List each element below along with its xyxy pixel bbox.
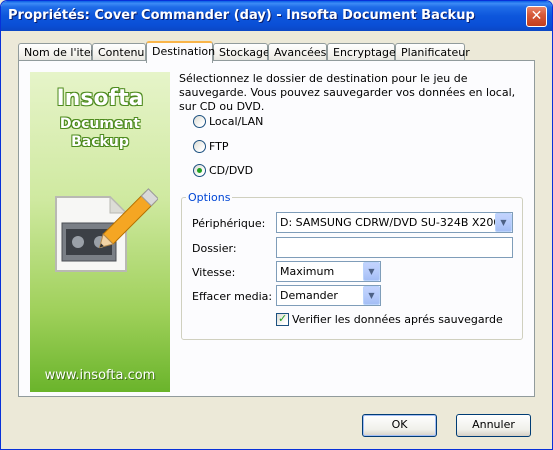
website-link: www.insofta.com bbox=[44, 368, 156, 383]
radio-label-ftp: FTP bbox=[209, 139, 229, 153]
chevron-down-icon[interactable]: ▼ bbox=[495, 213, 512, 232]
radio-label-cd-dvd: CD/DVD bbox=[209, 163, 254, 177]
brand-line-document: Document bbox=[59, 116, 141, 132]
tab-scheduler[interactable]: Planificateur bbox=[395, 43, 470, 61]
radio-button-icon[interactable] bbox=[193, 139, 206, 153]
radio-local-lan[interactable]: Local/LAN bbox=[193, 113, 263, 129]
chevron-down-icon[interactable]: ▼ bbox=[363, 286, 380, 305]
speed-select-value: Maximum bbox=[280, 265, 335, 278]
tab-destination[interactable]: Destination bbox=[146, 41, 215, 63]
tab-content[interactable]: Contenu bbox=[92, 43, 146, 61]
speed-select[interactable]: Maximum ▼ bbox=[276, 261, 381, 282]
brand-line-backup: Backup bbox=[71, 134, 129, 150]
description-text: Sélectionnez le dossier de destination p… bbox=[179, 72, 516, 113]
document-pencil-icon bbox=[55, 188, 158, 272]
close-button[interactable]: ✕ bbox=[526, 6, 547, 27]
radio-ftp[interactable]: FTP bbox=[193, 138, 229, 154]
ok-button[interactable]: OK bbox=[362, 414, 437, 437]
erase-media-label: Effacer media: bbox=[192, 290, 273, 303]
radio-label-local-lan: Local/LAN bbox=[209, 114, 264, 128]
tab-item-name[interactable]: Nom de l'item bbox=[18, 43, 101, 61]
chevron-down-icon[interactable]: ▼ bbox=[363, 262, 380, 281]
folder-input[interactable] bbox=[276, 237, 513, 258]
tab-encryption[interactable]: Encryptage bbox=[327, 43, 396, 61]
cancel-button[interactable]: Annuler bbox=[456, 414, 531, 437]
verify-checkbox-label: Verifier les données aprés sauvegarde bbox=[292, 313, 503, 326]
erase-media-select-value: Demander bbox=[280, 289, 338, 302]
radio-button-icon[interactable] bbox=[193, 114, 206, 128]
device-label: Périphérique: bbox=[192, 217, 266, 230]
radio-button-icon[interactable] bbox=[193, 163, 206, 177]
tab-advanced[interactable]: Avancées bbox=[268, 43, 327, 61]
verify-checkbox-row[interactable]: Verifier les données aprés sauvegarde bbox=[276, 312, 503, 326]
folder-label: Dossier: bbox=[192, 242, 237, 255]
window-title: Propriétés: Cover Commander (day) - Inso… bbox=[8, 8, 475, 23]
title-bar[interactable]: Propriétés: Cover Commander (day) - Inso… bbox=[1, 1, 552, 31]
brand-name: Insofta bbox=[56, 86, 144, 111]
product-banner: Insofta Document Backup www.insofta.com bbox=[30, 72, 170, 392]
options-group-title: Options bbox=[186, 191, 233, 204]
device-select[interactable]: D: SAMSUNG CDRW/DVD SU-324B X200 ▼ bbox=[276, 212, 513, 233]
properties-dialog: Propriétés: Cover Commander (day) - Inso… bbox=[0, 0, 553, 450]
device-select-value: D: SAMSUNG CDRW/DVD SU-324B X200 bbox=[280, 216, 501, 229]
erase-media-select[interactable]: Demander ▼ bbox=[276, 285, 381, 306]
speed-label: Vitesse: bbox=[192, 266, 236, 279]
tab-storage[interactable]: Stockage bbox=[213, 43, 270, 61]
verify-checkbox[interactable] bbox=[276, 312, 289, 326]
radio-cd-dvd[interactable]: CD/DVD bbox=[193, 162, 253, 178]
tab-panel-destination: Insofta Document Backup www.insofta.com … bbox=[18, 60, 535, 397]
